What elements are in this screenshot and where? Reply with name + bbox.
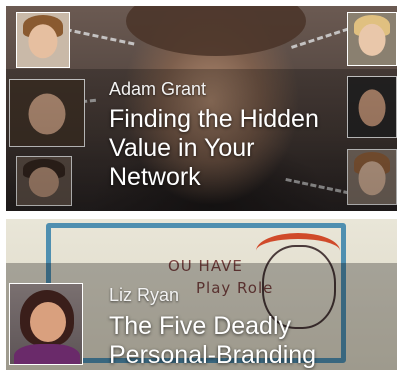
author-name[interactable]: Adam Grant [109, 79, 206, 99]
article-title-line[interactable]: Value in Your [109, 134, 255, 163]
article-card-personal-branding[interactable]: OU HAVE Play Role Liz Ryan The Five Dead… [6, 219, 397, 370]
article-title-line[interactable]: Network [109, 163, 201, 192]
article-title-line[interactable]: Finding the Hidden [109, 105, 319, 134]
article-title-line[interactable]: The Five Deadly [109, 312, 291, 341]
article-title-line[interactable]: Personal-Branding [109, 341, 316, 370]
network-thumbnail [16, 12, 70, 68]
author-name[interactable]: Liz Ryan [109, 285, 179, 305]
network-thumbnail [347, 12, 397, 66]
article-card-network[interactable]: Adam Grant Finding the Hidden Value in Y… [6, 6, 397, 211]
author-thumbnail[interactable] [9, 283, 83, 365]
